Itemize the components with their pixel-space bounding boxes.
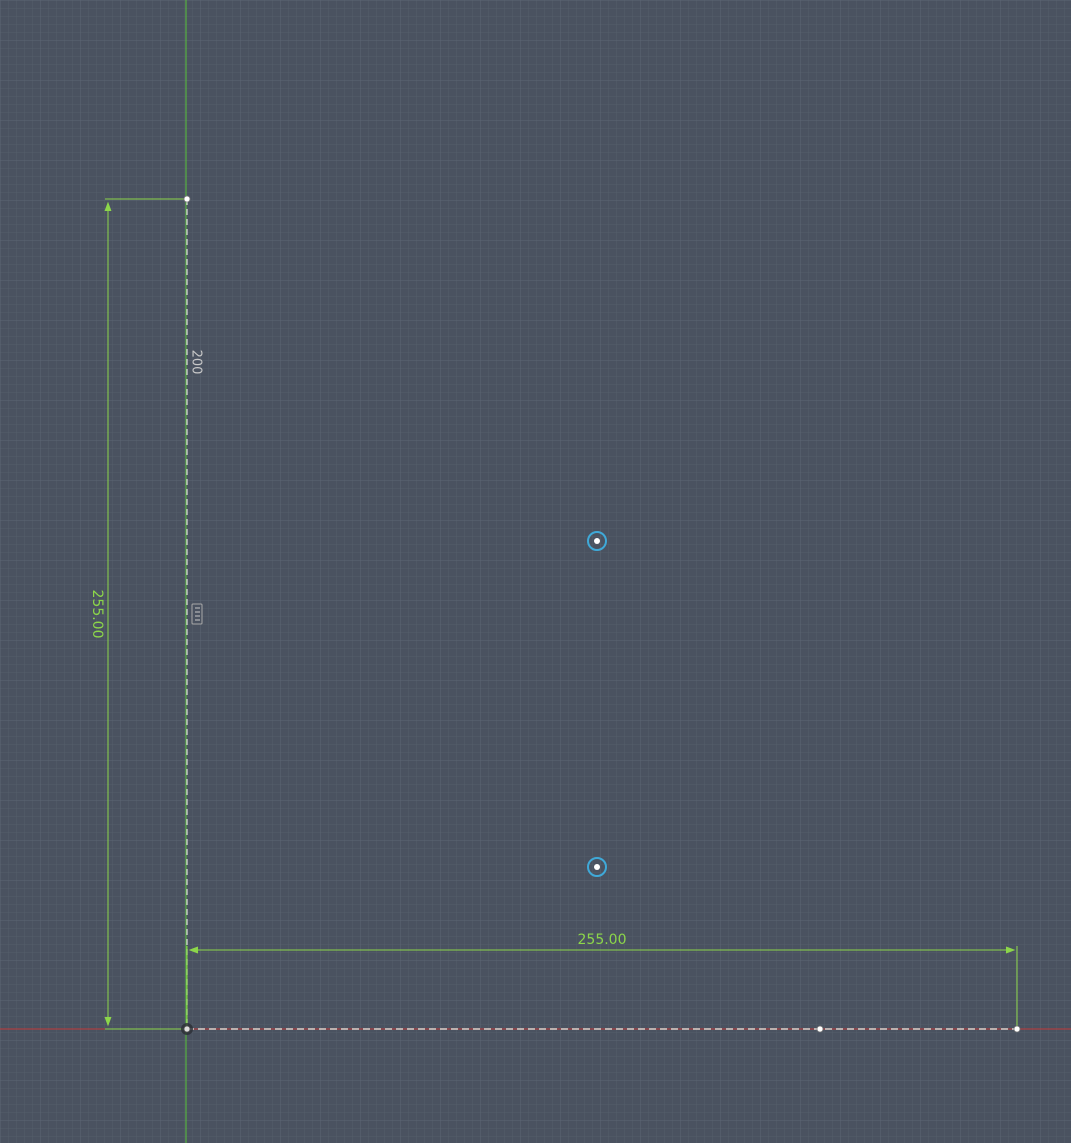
horizontal-dimension-value[interactable]: 255.00 <box>578 932 627 948</box>
sketch-point-right[interactable] <box>1013 1025 1021 1033</box>
sketch-viewport[interactable]: 255.00 255.00 200 <box>0 0 1071 1143</box>
sketch-grid <box>0 0 1071 1143</box>
sketch-point-top[interactable] <box>183 195 191 203</box>
construction-line-label: 200 <box>189 350 204 375</box>
sketch-point-mid-right[interactable] <box>816 1025 824 1033</box>
origin-point-dot <box>183 1025 191 1033</box>
origin-point[interactable] <box>181 1023 193 1035</box>
vertical-dimension-value[interactable]: 255.00 <box>89 590 105 639</box>
vertical-constraint-icon-box <box>191 603 203 625</box>
center-point-dot <box>594 864 600 870</box>
center-point-dot <box>594 538 600 544</box>
sketch-canvas[interactable]: 255.00 255.00 200 <box>0 0 1071 1143</box>
vertical-constraint-icon[interactable] <box>191 603 203 625</box>
